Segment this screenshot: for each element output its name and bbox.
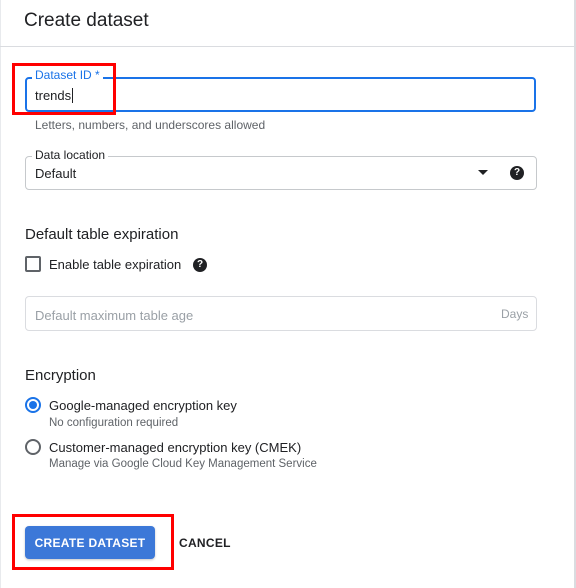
dataset-id-input[interactable]: trends [35, 88, 74, 103]
panel-header: Create dataset [0, 0, 574, 47]
max-table-age-suffix: Days [501, 307, 529, 321]
table-expiration-heading: Default table expiration [25, 226, 179, 243]
dataset-id-field[interactable] [25, 77, 536, 112]
enable-expiration-checkbox[interactable] [25, 256, 41, 272]
create-dataset-button[interactable]: CREATE DATASET [25, 526, 155, 559]
encryption-heading: Encryption [25, 367, 96, 384]
arrow-drop-down-icon[interactable] [478, 170, 488, 175]
dataset-id-value: trends [35, 88, 72, 103]
panel-left-border [0, 0, 1, 588]
help-circle-icon[interactable]: ? [510, 166, 524, 180]
google-managed-key-label[interactable]: Google-managed encryption key [49, 398, 237, 413]
help-circle-icon[interactable]: ? [193, 258, 207, 272]
data-location-value: Default [35, 166, 77, 181]
cmek-radio[interactable] [25, 439, 41, 455]
enable-expiration-label[interactable]: Enable table expiration [49, 257, 181, 272]
text-cursor [72, 88, 74, 103]
dataset-id-helper-text: Letters, numbers, and underscores allowe… [35, 118, 266, 132]
page-title: Create dataset [24, 10, 149, 31]
create-dataset-panel: Create dataset Dataset ID * trends Lette… [0, 0, 576, 588]
dataset-id-label: Dataset ID * [32, 69, 103, 81]
cmek-description: Manage via Google Cloud Key Management S… [49, 458, 317, 470]
max-table-age-placeholder: Default maximum table age [35, 308, 194, 323]
cancel-button[interactable]: CANCEL [170, 526, 240, 559]
cmek-label[interactable]: Customer-managed encryption key (CMEK) [49, 440, 301, 455]
google-managed-key-radio[interactable] [25, 397, 41, 413]
data-location-label: Data location [32, 149, 109, 161]
google-managed-key-description: No configuration required [49, 417, 179, 429]
